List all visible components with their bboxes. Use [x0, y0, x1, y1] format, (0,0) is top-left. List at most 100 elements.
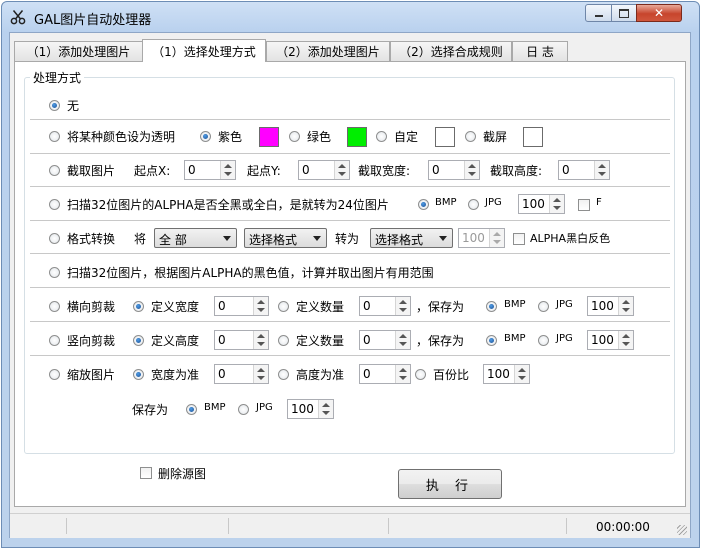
target-format-select[interactable]: 选择格式: [370, 228, 453, 248]
radio-scale-width[interactable]: [133, 369, 144, 380]
radio-vcut-height[interactable]: [133, 335, 144, 346]
label-hcut-save: ，保存为: [416, 300, 465, 314]
radio-hcut-count[interactable]: [278, 301, 289, 312]
vcut-quality-stepper[interactable]: 100: [587, 330, 634, 350]
label-alpha-invert: ALPHA黑白反色: [530, 232, 611, 245]
screenshot-swatch[interactable]: [523, 127, 543, 147]
maximize-button[interactable]: [611, 4, 637, 22]
radio-custom[interactable]: [376, 131, 387, 142]
stepper-arrows[interactable]: [464, 161, 479, 179]
label-crop-height: 截取高度:: [490, 164, 543, 178]
stepper-arrows[interactable]: [618, 297, 633, 315]
radio-alpha-jpg[interactable]: [468, 199, 479, 210]
source-scope-select[interactable]: 全 部: [154, 228, 237, 248]
radio-alpha-scan[interactable]: [49, 199, 60, 210]
tab-select-process[interactable]: （1）选择处理方式: [142, 39, 266, 62]
scale-percent-stepper[interactable]: 100: [483, 364, 530, 384]
radio-purple[interactable]: [200, 131, 211, 142]
convert-quality-stepper[interactable]: 100: [458, 228, 505, 248]
purple-swatch[interactable]: [259, 127, 279, 147]
radio-scale-jpg[interactable]: [238, 404, 249, 415]
stepper-arrows[interactable]: [253, 331, 268, 349]
tab-add-images-1[interactable]: （1）添加处理图片: [14, 41, 143, 61]
stepper-arrows[interactable]: [253, 297, 268, 315]
radio-hcut-width[interactable]: [133, 301, 144, 312]
radio-scale-percent[interactable]: [415, 369, 426, 380]
label-vcut-jpg: JPG: [556, 333, 573, 344]
radio-screenshot[interactable]: [465, 131, 476, 142]
tab-add-images-2[interactable]: （2）添加处理图片: [266, 41, 390, 61]
radio-scale[interactable]: [49, 369, 60, 380]
radio-transparent[interactable]: [49, 131, 60, 142]
stepper-arrows[interactable]: [549, 195, 564, 213]
close-icon: ✕: [653, 6, 665, 20]
stepper-arrows[interactable]: [594, 161, 609, 179]
title-bar[interactable]: GAL图片自动处理器 ✕: [2, 2, 699, 32]
stepper-arrows[interactable]: [220, 161, 235, 179]
scale-width-stepper[interactable]: 0: [214, 364, 269, 384]
stepper-arrows[interactable]: [318, 400, 333, 418]
custom-swatch[interactable]: [435, 127, 455, 147]
label-f: F: [596, 197, 602, 208]
radio-hcut[interactable]: [49, 301, 60, 312]
divider: [30, 119, 670, 121]
vcut-count-stepper[interactable]: 0: [359, 330, 411, 350]
resize-grip-icon[interactable]: [677, 525, 687, 535]
radio-hcut-bmp[interactable]: [486, 301, 497, 312]
stepper-arrows[interactable]: [514, 365, 529, 383]
execute-button[interactable]: 执 行: [398, 469, 502, 499]
checkbox-delete-source[interactable]: [140, 467, 152, 479]
stepper-arrows[interactable]: [618, 331, 633, 349]
green-swatch[interactable]: [347, 127, 367, 147]
vcut-height-stepper[interactable]: 0: [214, 330, 269, 350]
radio-vcut[interactable]: [49, 335, 60, 346]
source-format-select[interactable]: 选择格式: [244, 228, 327, 248]
label-vcut: 竖向剪裁: [67, 334, 116, 348]
close-button[interactable]: ✕: [636, 4, 682, 22]
stepper-arrows[interactable]: [334, 161, 349, 179]
stepper-arrows[interactable]: [395, 365, 410, 383]
stepper-arrows[interactable]: [395, 331, 410, 349]
scale-quality-value: 100: [291, 402, 314, 416]
hcut-count-stepper[interactable]: 0: [359, 296, 411, 316]
radio-alpha-bmp[interactable]: [418, 199, 429, 210]
stepper-arrows[interactable]: [489, 229, 504, 247]
radio-none[interactable]: [49, 100, 60, 111]
radio-green[interactable]: [289, 131, 300, 142]
radio-crop[interactable]: [49, 165, 60, 176]
hcut-width-stepper[interactable]: 0: [214, 296, 269, 316]
scale-quality-stepper[interactable]: 100: [287, 399, 334, 419]
tab-log[interactable]: 日 志: [512, 41, 568, 61]
chevron-down-icon: [223, 236, 231, 241]
checkbox-f[interactable]: [578, 199, 590, 211]
crop-height-stepper[interactable]: 0: [558, 160, 610, 180]
minimize-button[interactable]: [585, 4, 612, 22]
stepper-arrows[interactable]: [395, 297, 410, 315]
hcut-quality-value: 100: [591, 299, 614, 313]
radio-scale-height[interactable]: [278, 369, 289, 380]
minimize-icon: [594, 15, 603, 17]
alpha-quality-stepper[interactable]: 100: [518, 194, 565, 214]
scale-height-stepper[interactable]: 0: [359, 364, 411, 384]
radio-hcut-jpg[interactable]: [538, 301, 549, 312]
start-y-stepper[interactable]: 0: [298, 160, 350, 180]
radio-convert[interactable]: [49, 233, 60, 244]
scale-percent-value: 100: [487, 367, 510, 381]
radio-scale-bmp[interactable]: [186, 404, 197, 415]
crop-width-stepper[interactable]: 0: [428, 160, 480, 180]
label-vcut-bmp: BMP: [504, 333, 526, 344]
start-x-stepper[interactable]: 0: [184, 160, 236, 180]
radio-vcut-bmp[interactable]: [486, 335, 497, 346]
stepper-arrows[interactable]: [253, 365, 268, 383]
status-bar: 00:00:00: [10, 513, 690, 538]
radio-vcut-count[interactable]: [278, 335, 289, 346]
label-purple: 紫色: [218, 130, 243, 144]
checkbox-alpha-invert[interactable]: [513, 233, 525, 245]
radio-scan-range[interactable]: [49, 267, 60, 278]
label-scale: 缩放图片: [67, 368, 116, 382]
client-area: （1）添加处理图片 （1）选择处理方式 （2）添加处理图片 （2）选择合成规则 …: [9, 32, 691, 538]
radio-vcut-jpg[interactable]: [538, 335, 549, 346]
tab-compose-rules[interactable]: （2）选择合成规则: [390, 41, 512, 61]
label-scale-bmp: BMP: [204, 402, 226, 413]
hcut-quality-stepper[interactable]: 100: [587, 296, 634, 316]
